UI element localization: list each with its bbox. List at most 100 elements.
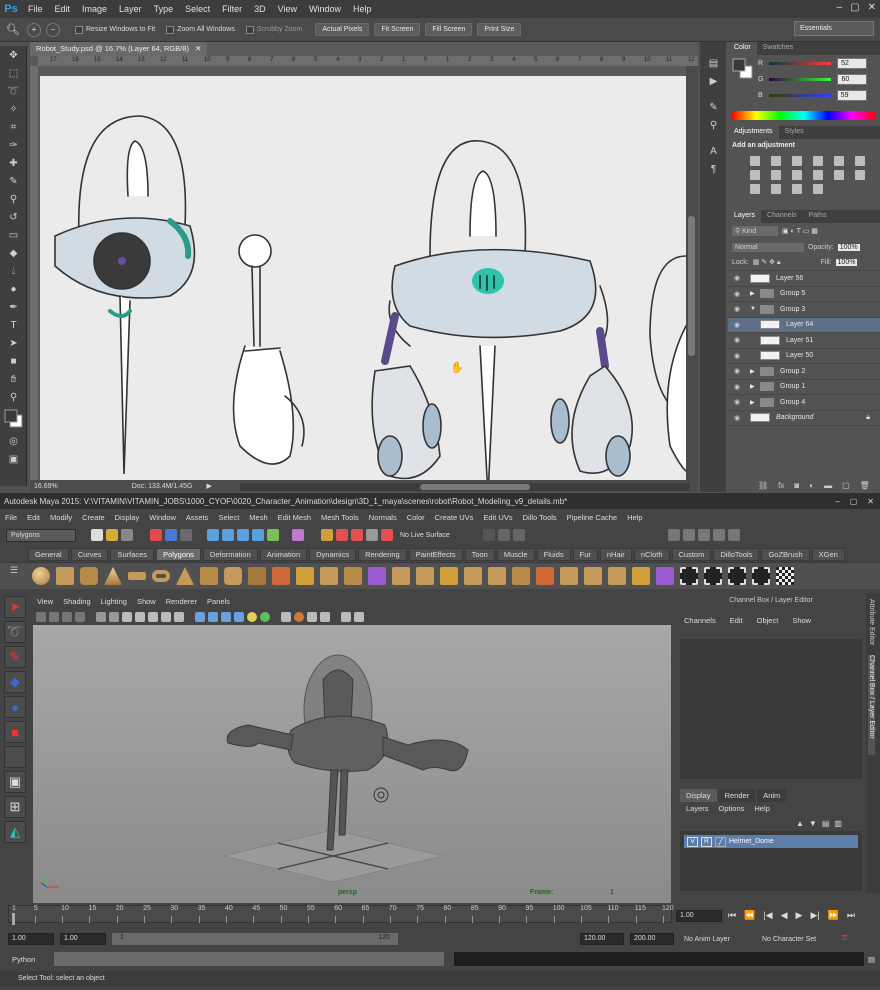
magic-wand-icon[interactable]: ✧ — [0, 100, 27, 118]
red-value[interactable]: 52 — [837, 57, 868, 69]
path-select-icon[interactable]: ➤ — [0, 334, 27, 352]
tab-paths[interactable]: Paths — [803, 210, 833, 223]
minimize-icon[interactable]: – — [837, 2, 843, 13]
history-icon[interactable] — [292, 529, 304, 541]
layout-four-icon[interactable]: ⊞ — [4, 796, 26, 818]
brush-panel-icon[interactable]: ✎ — [700, 98, 727, 116]
xray-active-icon[interactable] — [234, 612, 244, 622]
channels-menu[interactable]: Channels — [684, 616, 716, 625]
resize-windows-checkbox[interactable]: Resize Windows to Fit — [75, 25, 155, 34]
kind-filter[interactable]: ⚲ Kind — [732, 226, 778, 236]
blue-value[interactable]: 59 — [836, 89, 867, 101]
aa-icon[interactable] — [281, 612, 291, 622]
history-panel-icon[interactable]: ▤ — [700, 54, 727, 72]
maya-menu-item[interactable]: Window — [144, 513, 181, 522]
tab-display[interactable]: Display — [680, 789, 717, 802]
maya-menu-item[interactable]: Color — [402, 513, 430, 522]
tab-layers[interactable]: Layers — [728, 210, 762, 223]
poly-plane-icon[interactable] — [128, 572, 146, 580]
open-scene-icon[interactable] — [106, 529, 118, 541]
visibility-toggle[interactable]: V — [687, 836, 698, 847]
cylindrical-map-icon[interactable] — [680, 567, 698, 585]
hud-icon[interactable] — [354, 612, 364, 622]
rotate-tool-icon[interactable]: ● — [4, 696, 26, 718]
vibrance-icon[interactable] — [834, 156, 844, 166]
playback-start-field[interactable]: 1.00 — [60, 933, 106, 945]
zoom-all-checkbox[interactable]: Zoom All Windows — [166, 25, 235, 34]
viewport-menu-item[interactable]: Lighting — [96, 597, 132, 609]
shelf-tab[interactable]: Polygons — [156, 548, 201, 561]
options-menu[interactable]: Options — [719, 804, 745, 813]
image-plane-icon[interactable] — [75, 612, 85, 622]
merge-icon[interactable] — [560, 567, 578, 585]
camera-attr-icon[interactable] — [49, 612, 59, 622]
marquee-tool-icon[interactable]: ⬚ — [0, 64, 27, 82]
ps-menu-image[interactable]: Image — [76, 4, 113, 14]
select-tool-icon[interactable]: ➤ — [4, 596, 26, 618]
current-frame-field[interactable]: 1.00 — [676, 910, 722, 922]
color-spectrum[interactable] — [732, 111, 876, 120]
curves-icon[interactable] — [792, 156, 802, 166]
maximize-icon[interactable]: ▢ — [850, 2, 859, 13]
reduce-icon[interactable] — [392, 567, 410, 585]
posterize-icon[interactable] — [750, 184, 760, 194]
smooth-icon[interactable] — [368, 567, 386, 585]
bookmark-icon[interactable] — [62, 612, 72, 622]
maya-menu-item[interactable]: Create UVs — [430, 513, 479, 522]
move-tool-icon[interactable]: ✥ — [0, 46, 27, 64]
textured-icon[interactable] — [148, 612, 158, 622]
scrubby-zoom-checkbox[interactable]: Scrubby Zoom — [245, 25, 302, 34]
color-mgmt-icon[interactable] — [341, 612, 351, 622]
manipulator-icon[interactable] — [373, 787, 389, 803]
poly-pipe-icon[interactable] — [224, 567, 242, 585]
shelf-tab[interactable]: nHair — [599, 548, 632, 561]
ipr-render-icon[interactable] — [336, 529, 348, 541]
attribute-editor-icon[interactable] — [698, 529, 710, 541]
shelf-tab[interactable]: Fluids — [536, 548, 571, 561]
green-value[interactable]: 60 — [837, 73, 868, 85]
range-slider[interactable]: 1 120 — [112, 933, 398, 945]
tab-adjustments[interactable]: Adjustments — [728, 126, 779, 139]
tab-render[interactable]: Render — [718, 789, 756, 802]
ps-menu-file[interactable]: File — [22, 4, 49, 14]
render-frame-icon[interactable] — [321, 529, 333, 541]
maya-menu-item[interactable]: Pipeline Cache — [562, 513, 622, 522]
eraser-tool-icon[interactable]: ▭ — [0, 226, 27, 244]
tab-channels[interactable]: Channels — [761, 210, 803, 223]
screen-mode-icon[interactable]: ▣ — [0, 450, 27, 468]
fill-hole-icon[interactable] — [512, 567, 530, 585]
horizontal-scrollbar[interactable] — [240, 483, 690, 491]
clone-stamp-icon[interactable]: ⚲ — [0, 190, 27, 208]
minimize-icon[interactable]: – — [835, 497, 839, 506]
shape-tool-icon[interactable]: ■ — [0, 352, 27, 370]
character-panel-icon[interactable]: A — [700, 142, 727, 160]
scale-tool-icon[interactable]: ■ — [4, 721, 26, 743]
layout-icon[interactable] — [668, 529, 680, 541]
quick-mask-icon[interactable]: ◎ — [0, 432, 27, 450]
anim-start-field[interactable]: 1.00 — [8, 933, 54, 945]
key-icon[interactable]: ⚿ — [842, 935, 847, 943]
shelf-tab[interactable]: DilloTools — [713, 548, 760, 561]
motion-blur-icon[interactable] — [260, 612, 270, 622]
close-tab-icon[interactable]: ✕ — [195, 44, 201, 53]
tool-settings-icon[interactable] — [713, 529, 725, 541]
shelf-tab[interactable]: Muscle — [496, 548, 535, 561]
eye-icon[interactable]: ◉ — [728, 336, 746, 344]
crop-tool-icon[interactable]: ⌗ — [0, 118, 27, 136]
eye-icon[interactable]: ◉ — [728, 383, 746, 391]
ps-menu-filter[interactable]: Filter — [216, 4, 248, 14]
eyedropper-icon[interactable]: ✑ — [0, 136, 27, 154]
fx-icon[interactable]: fx — [778, 481, 784, 490]
attribute-editor-tab[interactable]: Attribute Editor — [868, 599, 875, 649]
exposure-icon[interactable] — [813, 156, 823, 166]
layer-color-icon[interactable]: ╱ — [715, 836, 726, 847]
drawing-canvas[interactable]: ✋ — [40, 76, 686, 482]
type-tool-icon[interactable]: T — [0, 316, 27, 334]
print-size-button[interactable]: Print Size — [477, 23, 522, 36]
lights-icon[interactable] — [161, 612, 171, 622]
reference-toggle[interactable]: R — [701, 836, 712, 847]
filter-icons[interactable]: ▣ ◐ T ▭ ▦ — [782, 227, 818, 235]
eye-icon[interactable]: ◉ — [728, 274, 746, 282]
lock-icons[interactable]: ▦ ✎ ✥ 🔒︎ — [753, 258, 781, 267]
viewport-menu-item[interactable]: View — [32, 597, 58, 609]
